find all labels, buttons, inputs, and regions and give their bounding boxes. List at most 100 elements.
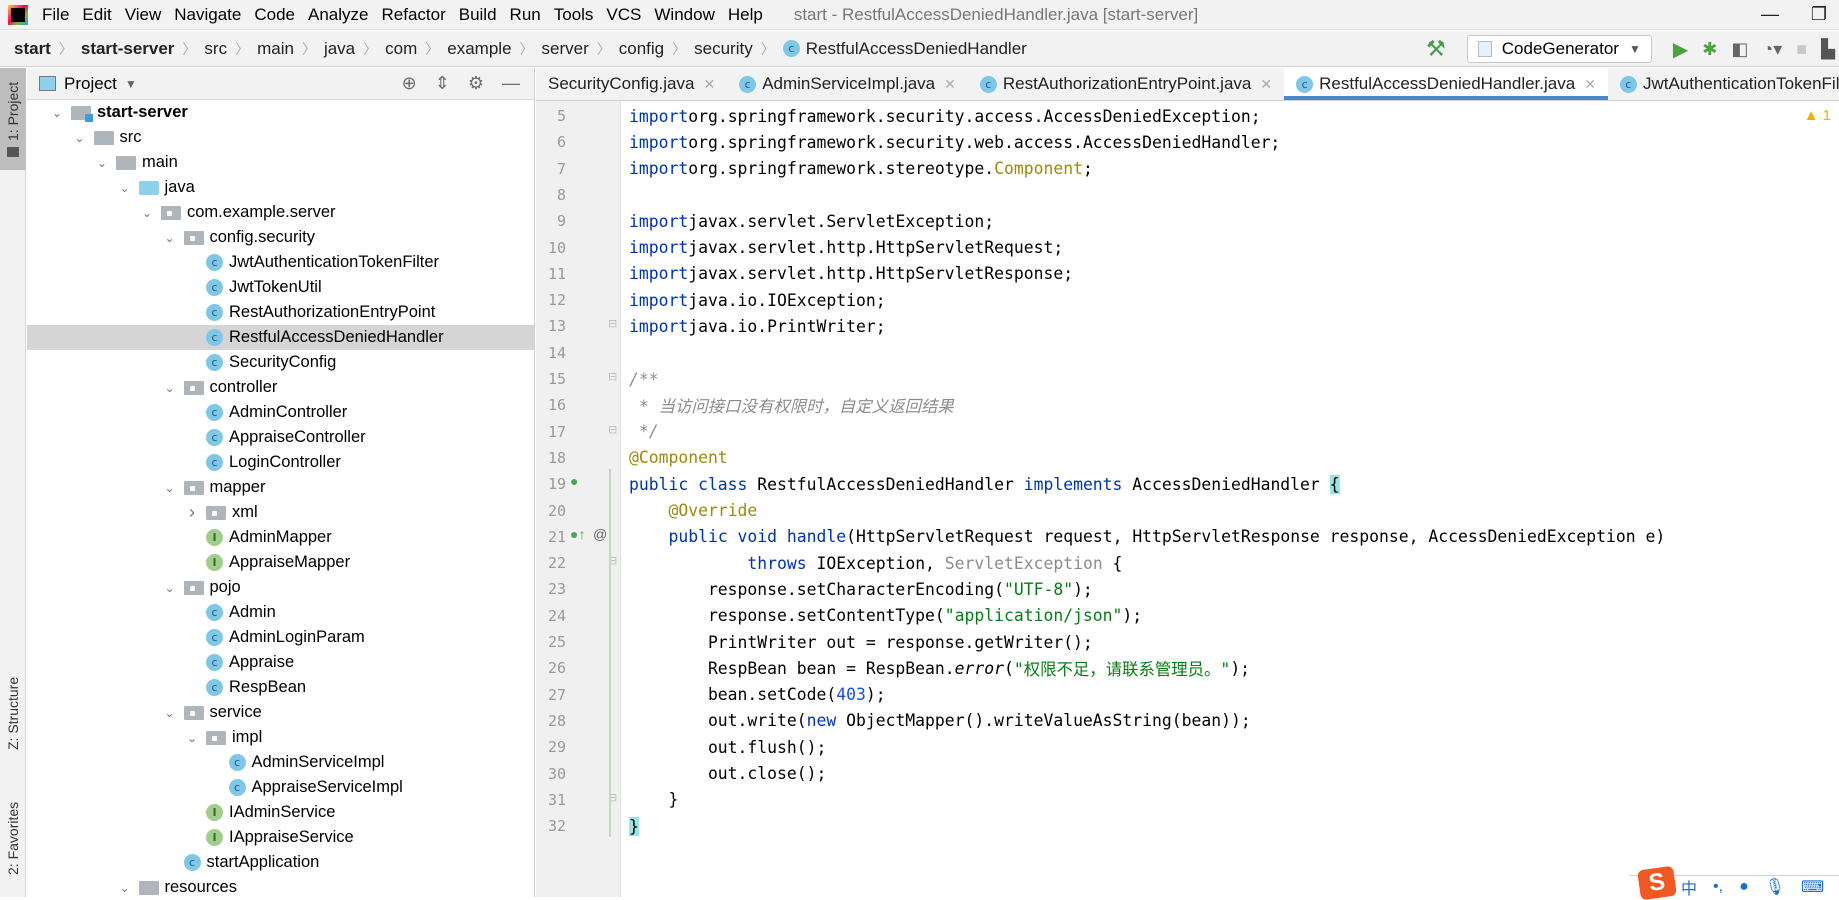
- code-line[interactable]: response.setContentType("application/jso…: [622, 603, 1839, 629]
- project-structure-icon[interactable]: ▙: [1821, 39, 1835, 60]
- tree-item[interactable]: ⌄ service: [27, 700, 534, 725]
- tree-item[interactable]: ⌄ controller: [27, 375, 534, 400]
- code-line[interactable]: @Override: [622, 498, 1839, 524]
- chevron-down-icon[interactable]: ⌄: [162, 481, 178, 495]
- chevron-down-icon[interactable]: ⌄: [162, 706, 178, 720]
- chevron-down-icon[interactable]: ⌄: [162, 381, 178, 395]
- tree-item[interactable]: I IAdminService: [27, 800, 534, 825]
- code-line[interactable]: * 当访问接口没有权限时，自定义返回结果: [622, 392, 1839, 418]
- menu-edit[interactable]: Edit: [82, 5, 111, 25]
- fold-marker-icon[interactable]: ⊟: [608, 423, 617, 436]
- debug-bug-icon[interactable]: ✱: [1702, 39, 1717, 60]
- close-tab-icon[interactable]: ✕: [703, 76, 715, 93]
- tree-item[interactable]: c AppraiseServiceImpl: [27, 775, 534, 800]
- code-editor[interactable]: 5 6 7 8 9 10 11 12 13 14 15 16 17 18 19 20 21 22 23 24 25 26 2…: [536, 101, 1839, 897]
- close-tab-icon[interactable]: ✕: [1584, 76, 1596, 93]
- tree-item[interactable]: c startApplication: [27, 850, 534, 875]
- code-line[interactable]: PrintWriter out = response.getWriter();: [622, 629, 1839, 655]
- tool-tab-project[interactable]: 1: Project: [0, 68, 26, 170]
- tree-item[interactable]: c RespBean: [27, 675, 534, 700]
- tree-item[interactable]: ⌄ src: [27, 125, 534, 150]
- code-line[interactable]: [622, 182, 1839, 208]
- locate-file-icon[interactable]: ⊕: [402, 73, 417, 94]
- annotation-at-icon[interactable]: @: [593, 526, 607, 542]
- tree-item[interactable]: I AdminMapper: [27, 525, 534, 550]
- profile-icon[interactable]: ◔▾: [1762, 39, 1782, 60]
- editor-gutter[interactable]: 5 6 7 8 9 10 11 12 13 14 15 16 17 18 19 20 21 22 23 24 25 26 2…: [536, 101, 621, 897]
- menu-view[interactable]: View: [125, 5, 162, 25]
- chevron-down-icon[interactable]: ⌄: [117, 181, 133, 195]
- chevron-down-icon[interactable]: ⌄: [162, 231, 178, 245]
- chevron-down-icon[interactable]: ⌄: [94, 156, 110, 170]
- tree-item[interactable]: c SecurityConfig: [27, 350, 534, 375]
- code-line[interactable]: import org.springframework.stereotype. Com…: [622, 156, 1839, 182]
- code-line[interactable]: RespBean bean = RespBean. error("权限不足，请联系…: [622, 655, 1839, 681]
- close-tab-icon[interactable]: ✕: [944, 76, 956, 93]
- code-line[interactable]: public class RestfulAccessDeniedHandler …: [622, 471, 1839, 497]
- breadcrumb-item[interactable]: security: [694, 39, 753, 59]
- breadcrumb-item[interactable]: start-server: [81, 39, 175, 59]
- chevron-down-icon[interactable]: ⌄: [162, 581, 178, 595]
- breadcrumb-item[interactable]: src: [204, 39, 227, 59]
- tree-item[interactable]: c JwtAuthenticationTokenFilter: [27, 250, 534, 275]
- menu-analyze[interactable]: Analyze: [308, 5, 368, 25]
- tree-item[interactable]: c AdminController: [27, 400, 534, 425]
- code-line[interactable]: }: [622, 787, 1839, 813]
- tool-tab-structure[interactable]: Z: Structure: [0, 663, 26, 763]
- editor-tab[interactable]: c RestAuthorizationEntryPoint.java ✕: [968, 68, 1284, 100]
- implements-method-icon[interactable]: ●↑: [570, 526, 585, 542]
- menu-vcs[interactable]: VCS: [606, 5, 641, 25]
- ime-mode[interactable]: 中: [1681, 875, 1697, 899]
- tree-item[interactable]: c Admin: [27, 600, 534, 625]
- collapse-all-icon[interactable]: ⇕: [435, 73, 450, 94]
- run-icon[interactable]: ▶: [1673, 37, 1688, 62]
- tree-item[interactable]: c RestAuthorizationEntryPoint: [27, 300, 534, 325]
- code-line[interactable]: throws IOException, ServletException {: [622, 550, 1839, 576]
- breadcrumb-item[interactable]: com: [385, 39, 417, 59]
- tree-item[interactable]: c LoginController: [27, 450, 534, 475]
- chevron-right-icon[interactable]: ›: [184, 502, 200, 523]
- tree-item[interactable]: c AdminLoginParam: [27, 625, 534, 650]
- code-area[interactable]: import org.springframework.security.acces…: [622, 101, 1839, 897]
- code-line[interactable]: import javax.servlet.ServletException;: [622, 208, 1839, 234]
- tree-item[interactable]: c Appraise: [27, 650, 534, 675]
- run-configuration-select[interactable]: CodeGenerator ▼: [1466, 35, 1652, 63]
- tree-item[interactable]: c AppraiseController: [27, 425, 534, 450]
- tree-item[interactable]: c RestfulAccessDeniedHandler: [27, 325, 534, 350]
- microphone-icon[interactable]: 🎙: [1765, 877, 1785, 897]
- editor-tab[interactable]: cSecurityConfig.java✕: [536, 68, 727, 100]
- implementing-class-icon[interactable]: ●: [570, 473, 578, 489]
- tree-item[interactable]: ⌄ start-server: [27, 100, 534, 125]
- tree-item[interactable]: ⌄ impl: [27, 725, 534, 750]
- minimize-button[interactable]: —: [1761, 4, 1779, 25]
- code-line[interactable]: import org.springframework.security.acces…: [622, 103, 1839, 129]
- tree-item[interactable]: ⌄ com.example.server: [27, 200, 534, 225]
- code-line[interactable]: out.flush();: [622, 734, 1839, 760]
- code-line[interactable]: import java.io.IOException;: [622, 287, 1839, 313]
- breadcrumb-item[interactable]: example: [447, 39, 511, 59]
- tool-tab-favorites[interactable]: 2: Favorites: [0, 788, 26, 888]
- code-line[interactable]: out.close();: [622, 761, 1839, 787]
- chevron-down-icon[interactable]: ⌄: [139, 206, 155, 220]
- code-line[interactable]: [622, 340, 1839, 366]
- stop-icon[interactable]: ■: [1796, 39, 1807, 60]
- project-view-select[interactable]: Project: [64, 74, 117, 94]
- breadcrumb-item[interactable]: config: [619, 39, 664, 59]
- inspection-warnings[interactable]: ▲ 1: [1804, 107, 1831, 124]
- code-line[interactable]: import javax.servlet.http.HttpServletRequ…: [622, 235, 1839, 261]
- chevron-down-icon[interactable]: ⌄: [49, 106, 65, 120]
- code-line[interactable]: /**: [622, 366, 1839, 392]
- tree-item[interactable]: ⌄ java: [27, 175, 534, 200]
- editor-tab[interactable]: c AdminServiceImpl.java ✕: [727, 68, 968, 100]
- close-tab-icon[interactable]: ✕: [1260, 76, 1272, 93]
- code-line[interactable]: @Component: [622, 445, 1839, 471]
- menu-build[interactable]: Build: [459, 5, 497, 25]
- chevron-down-icon[interactable]: ▼: [125, 77, 137, 91]
- sogou-logo-icon[interactable]: S: [1637, 865, 1677, 900]
- keyboard-icon[interactable]: ⌨: [1801, 877, 1824, 897]
- menu-tools[interactable]: Tools: [554, 5, 594, 25]
- code-line[interactable]: out.write(new ObjectMapper().writeValueA…: [622, 708, 1839, 734]
- fold-marker-icon[interactable]: ⊟: [608, 370, 617, 383]
- tree-item[interactable]: I AppraiseMapper: [27, 550, 534, 575]
- tree-item[interactable]: ⌄ config.security: [27, 225, 534, 250]
